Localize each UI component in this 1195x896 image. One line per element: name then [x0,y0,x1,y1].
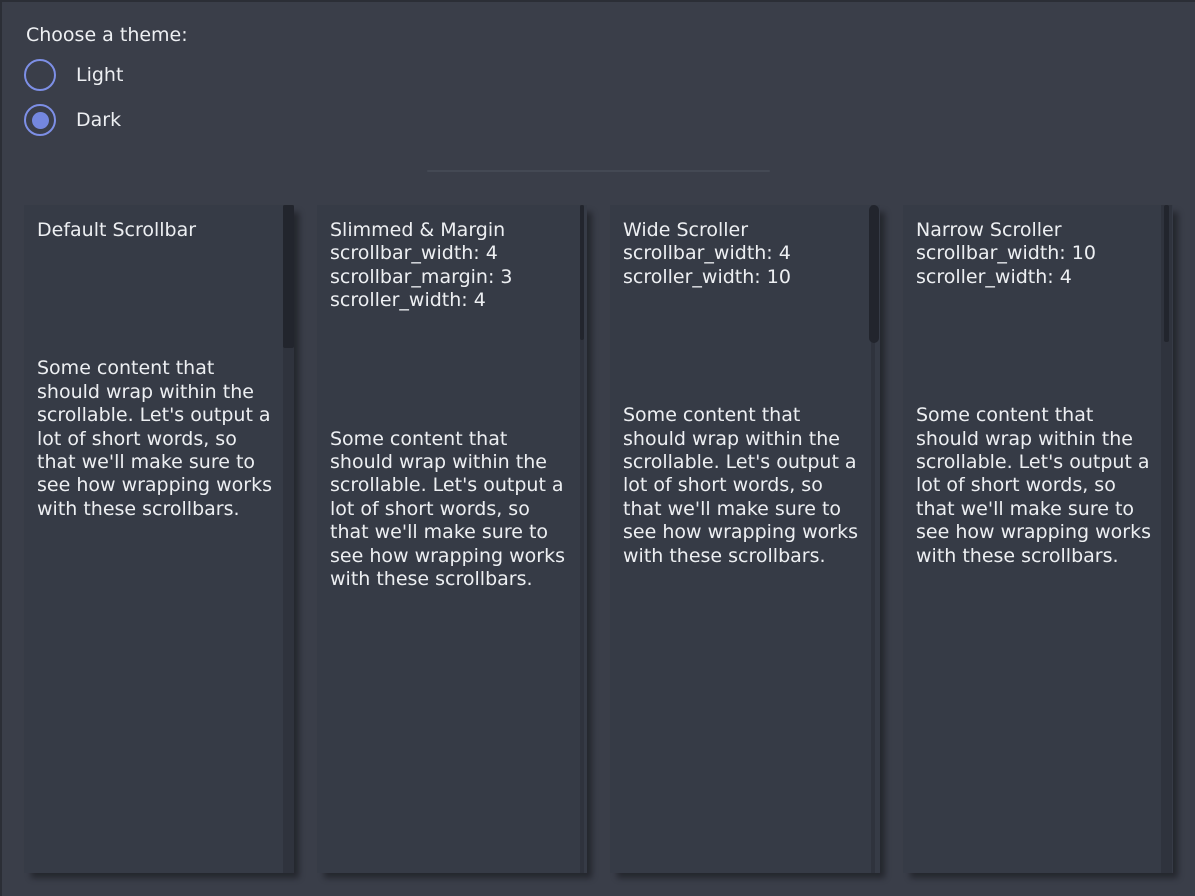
panel-param: scrollbar_width: 4 [623,242,867,265]
panel-content-text: Some content that should wrap within the… [916,404,1156,568]
radio-option-light[interactable]: Light [24,59,123,91]
panel-title: Narrow Scroller [916,219,1160,242]
panel-header: Slimmed & Marginscrollbar_width: 4scroll… [317,205,587,313]
panel-param: scroller_width: 4 [330,289,574,312]
panel-param: scrollbar_width: 4 [330,242,574,265]
panel-content-text: Some content that should wrap within the… [623,404,863,568]
panel-param: scroller_width: 10 [623,266,867,289]
panel-header: Default Scrollbar [24,205,294,242]
radio-dark-dot [32,112,49,129]
horizontal-divider [427,170,770,172]
panels-row: Default Scrollbar Some content that shou… [24,205,1173,873]
scroll-panel[interactable]: Wide Scrollerscrollbar_width: 4scroller_… [610,205,880,873]
radio-dark-label[interactable]: Dark [76,109,121,131]
panel-param: scroller_width: 4 [916,266,1160,289]
panel-title: Slimmed & Margin [330,219,574,242]
scroll-panel[interactable]: Default Scrollbar Some content that shou… [24,205,294,873]
panel-spacer [903,289,1173,404]
panel-spacer [610,289,880,404]
theme-chooser-label: Choose a theme: [26,24,188,46]
radio-light-circle[interactable] [24,59,56,91]
panel-spacer [24,242,294,357]
panel-param: scrollbar_width: 10 [916,242,1160,265]
panel-content-text: Some content that should wrap within the… [330,428,570,592]
scrollbar-thumb[interactable] [1164,205,1169,342]
scrollbar-thumb[interactable] [580,205,584,340]
app-window: Choose a theme: Light Dark Default Scrol… [0,0,1195,896]
scroll-panel[interactable]: Slimmed & Marginscrollbar_width: 4scroll… [317,205,587,873]
panel-title: Default Scrollbar [37,219,281,242]
panel-spacer [317,313,587,428]
panel-header: Wide Scrollerscrollbar_width: 4scroller_… [610,205,880,289]
panel-content-text: Some content that should wrap within the… [37,357,277,521]
radio-dark-circle[interactable] [24,104,56,136]
panel-header: Narrow Scrollerscrollbar_width: 10scroll… [903,205,1173,289]
scrollbar-thumb[interactable] [869,205,879,343]
panel-title: Wide Scroller [623,219,867,242]
panel-param: scrollbar_margin: 3 [330,266,574,289]
radio-option-dark[interactable]: Dark [24,104,121,136]
radio-light-label[interactable]: Light [76,64,123,86]
scroll-panel[interactable]: Narrow Scrollerscrollbar_width: 10scroll… [903,205,1173,873]
scrollbar-thumb[interactable] [283,205,294,348]
